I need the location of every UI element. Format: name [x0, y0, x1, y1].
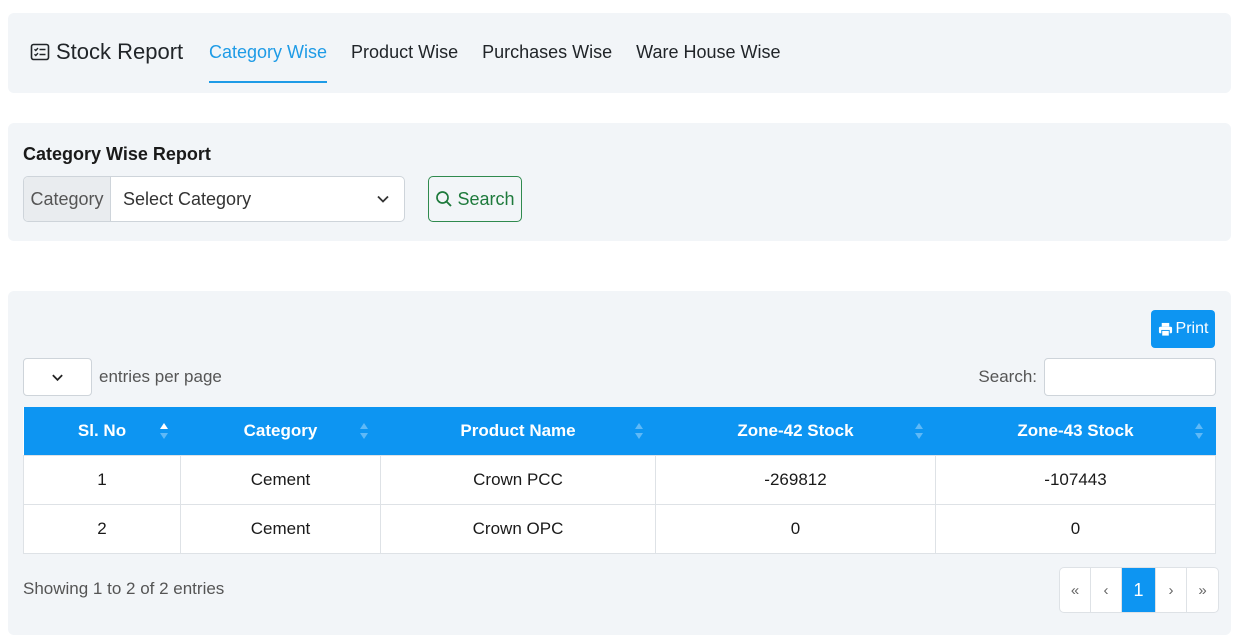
cell-product-name: Crown PCC: [380, 454, 656, 505]
column-header-zone-43-stock[interactable]: Zone-43 Stock: [935, 407, 1216, 455]
filter-title: Category Wise Report: [23, 144, 211, 164]
page-first-button[interactable]: «: [1060, 568, 1091, 612]
column-header-sl-no[interactable]: Sl. No: [23, 407, 181, 455]
print-button[interactable]: Print: [1151, 310, 1215, 348]
table-row: 2 Cement Crown OPC 0 0: [23, 503, 1216, 554]
report-nav-card: Stock Report Category Wise Product Wise …: [8, 13, 1231, 93]
table-search-label: Search:: [978, 367, 1037, 386]
cell-product-name: Crown OPC: [380, 503, 656, 554]
entries-per-page-select[interactable]: [23, 358, 92, 396]
filter-card: Category Wise Report Category Select Cat…: [8, 123, 1231, 241]
report-tabs: Category Wise Product Wise Purchases Wis…: [209, 13, 805, 93]
cell-sl-no: 1: [23, 454, 181, 505]
sort-ascending-icon: [159, 423, 168, 439]
column-header-category[interactable]: Category: [180, 407, 381, 455]
search-button-label: Search: [457, 188, 515, 209]
table-info: Showing 1 to 2 of 2 entries: [23, 579, 225, 598]
sort-icon: [634, 423, 643, 439]
table-search-input[interactable]: [1044, 358, 1216, 396]
entries-per-page: entries per page: [23, 358, 222, 396]
search-button[interactable]: Search: [428, 176, 522, 222]
entries-per-page-label: entries per page: [99, 367, 222, 386]
sort-icon: [914, 423, 923, 439]
table-search: Search:: [978, 358, 1216, 396]
cell-zone-43-stock: -107443: [935, 454, 1216, 505]
list-alt-icon: [30, 42, 50, 62]
sort-icon: [1194, 423, 1203, 439]
cell-category: Cement: [180, 454, 381, 505]
sort-icon: [359, 423, 368, 439]
tab-product-wise[interactable]: Product Wise: [351, 13, 458, 93]
tab-category-wise[interactable]: Category Wise: [209, 13, 328, 93]
table-row: 1 Cement Crown PCC -269812 -107443: [23, 454, 1216, 505]
page-title-text: Stock Report: [56, 39, 184, 64]
print-button-label: Print: [1175, 320, 1209, 337]
column-header-zone-42-stock[interactable]: Zone-42 Stock: [655, 407, 936, 455]
category-input-group: Category Select Category: [23, 176, 405, 222]
page-prev-button[interactable]: ‹: [1091, 568, 1122, 612]
cell-zone-42-stock: 0: [655, 503, 936, 554]
cell-zone-42-stock: -269812: [655, 454, 936, 505]
tab-purchases-wise[interactable]: Purchases Wise: [482, 13, 612, 93]
printer-icon: [1158, 322, 1172, 337]
chevron-down-icon: [52, 374, 63, 381]
page-current-button[interactable]: 1: [1122, 568, 1156, 612]
cell-sl-no: 2: [23, 503, 181, 554]
cell-zone-43-stock: 0: [935, 503, 1216, 554]
stock-table: Sl. No Category Product Name Zone-42 Sto…: [23, 407, 1216, 554]
category-label: Category: [24, 177, 111, 221]
category-select-value: Select Category: [123, 188, 252, 209]
table-header-row: Sl. No Category Product Name Zone-42 Sto…: [23, 407, 1216, 455]
chevron-down-icon: [377, 195, 389, 203]
report-table-card: Print entries per page Search: Sl. No Ca…: [8, 291, 1231, 635]
page-next-button[interactable]: ›: [1156, 568, 1187, 612]
pagination: « ‹ 1 › »: [1059, 567, 1219, 613]
page-last-button[interactable]: »: [1187, 568, 1218, 612]
search-icon: [436, 191, 453, 207]
column-header-product-name[interactable]: Product Name: [380, 407, 656, 455]
cell-category: Cement: [180, 503, 381, 554]
page-title: Stock Report: [30, 39, 183, 65]
tab-ware-house-wise[interactable]: Ware House Wise: [636, 13, 780, 93]
category-select[interactable]: Select Category: [111, 177, 404, 221]
